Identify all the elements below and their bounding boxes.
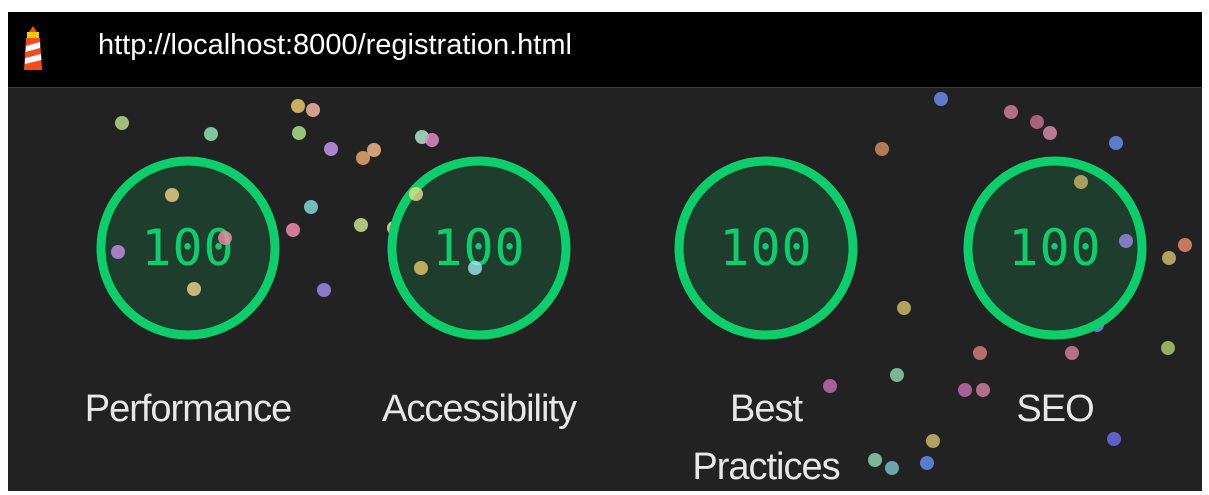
- gauge-label: SEO: [1016, 388, 1094, 430]
- confetti-dot: [920, 456, 934, 470]
- confetti-dot: [973, 346, 987, 360]
- confetti-dot: [1162, 251, 1176, 265]
- gauge-seo[interactable]: 100 SEO: [959, 152, 1151, 430]
- confetti-dot: [356, 151, 370, 165]
- gauge-performance[interactable]: 100 Performance: [85, 152, 292, 430]
- lighthouse-icon: [24, 26, 42, 70]
- confetti-dot: [317, 283, 331, 297]
- gauge-label: Best Practices: [692, 388, 840, 488]
- gauge-score: 100: [1008, 219, 1102, 277]
- confetti-dot: [354, 218, 368, 232]
- confetti-dot: [291, 99, 305, 113]
- confetti-dot: [1030, 115, 1044, 129]
- gauge-score: 100: [719, 219, 813, 277]
- lighthouse-report-panel: http://localhost:8000/registration.html …: [8, 12, 1202, 491]
- confetti-dot: [115, 116, 129, 130]
- gauge-score: 100: [432, 219, 526, 277]
- report-header-bar: http://localhost:8000/registration.html: [8, 12, 1202, 88]
- gauge-label: Accessibility: [382, 388, 577, 430]
- confetti-dot: [286, 223, 300, 237]
- confetti-dot: [1065, 346, 1079, 360]
- confetti-dot: [204, 127, 218, 141]
- confetti-dot: [306, 103, 320, 117]
- confetti-dot: [425, 133, 439, 147]
- confetti-dot: [367, 143, 381, 157]
- confetti-dot: [1043, 126, 1057, 140]
- confetti-dot: [1161, 341, 1175, 355]
- confetti-dot: [292, 126, 306, 140]
- confetti-dot: [1178, 238, 1192, 252]
- confetti-dot: [897, 301, 911, 315]
- confetti-dot: [324, 142, 338, 156]
- page-url-link[interactable]: http://localhost:8000/registration.html: [98, 27, 572, 63]
- confetti-dot: [304, 200, 318, 214]
- confetti-dot: [934, 92, 948, 106]
- confetti-dot: [1004, 105, 1018, 119]
- confetti-dot: [415, 130, 429, 144]
- gauge-best-practices[interactable]: 100 Best Practices: [670, 152, 862, 488]
- gauge-accessibility[interactable]: 100 Accessibility: [382, 152, 577, 430]
- confetti-dot: [1109, 136, 1123, 150]
- confetti-dot: [875, 142, 889, 156]
- gauge-score: 100: [141, 219, 235, 277]
- gauge-label: Performance: [84, 388, 293, 430]
